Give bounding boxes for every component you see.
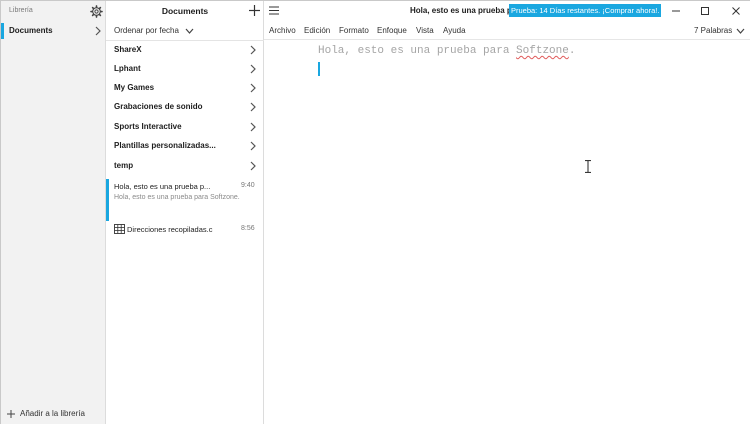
chevron-right-icon xyxy=(250,102,256,112)
chevron-right-icon xyxy=(95,26,101,36)
folder-item[interactable]: My Games xyxy=(106,79,264,98)
folder-name: Lphant xyxy=(114,64,141,73)
selection-indicator xyxy=(1,23,4,39)
menu-formato[interactable]: Formato xyxy=(339,26,369,35)
chevron-down-icon xyxy=(185,28,194,34)
text-caret xyxy=(318,62,320,76)
folder-item[interactable]: Grabaciones de sonido xyxy=(106,98,264,117)
documents-panel: Documents Ordenar por fecha ShareX Lphan… xyxy=(106,1,264,424)
document-title: Hola, esto es una prueba p... xyxy=(114,182,211,191)
gear-icon[interactable] xyxy=(90,5,103,18)
library-title: Librería xyxy=(9,7,33,14)
folder-item[interactable]: Plantillas personalizadas... xyxy=(106,137,264,156)
folder-name: My Games xyxy=(114,83,155,92)
folder-name: ShareX xyxy=(114,45,142,54)
hamburger-menu-icon[interactable] xyxy=(269,6,279,15)
selection-indicator xyxy=(106,179,109,221)
document-text-line: Hola, esto es una prueba para Softzone. xyxy=(318,45,575,57)
documents-header: Documents xyxy=(106,1,264,21)
i-beam-cursor-icon xyxy=(585,160,591,173)
document-title: Direcciones recopiladas.c xyxy=(127,225,213,234)
folder-name: temp xyxy=(114,161,134,170)
chevron-right-icon xyxy=(250,141,256,151)
app-window: Librería Documents Añadir a la librería … xyxy=(0,0,750,424)
menu-bar: Archivo Edición Formato Enfoque Vista Ay… xyxy=(264,21,750,40)
document-item[interactable]: Direcciones recopiladas.c 8:56 xyxy=(106,222,264,238)
chevron-right-icon xyxy=(250,83,256,93)
plus-icon xyxy=(7,410,15,418)
trial-banner-link[interactable]: Prueba: 14 Días restantes. ¡Comprar ahor… xyxy=(509,4,662,17)
new-document-icon[interactable] xyxy=(249,5,260,16)
editor-panel: Hola, esto es una prueba pa Prueba: 14 D… xyxy=(264,1,750,424)
menu-ayuda[interactable]: Ayuda xyxy=(443,26,466,35)
close-icon[interactable] xyxy=(731,6,741,16)
library-header: Librería xyxy=(1,1,106,21)
folder-item[interactable]: temp xyxy=(106,157,264,176)
misspelled-word[interactable]: Softzone xyxy=(516,45,569,57)
library-sidebar: Librería Documents Añadir a la librería xyxy=(1,1,106,424)
folder-item[interactable]: Sports Interactive xyxy=(106,118,264,137)
table-icon xyxy=(114,224,125,234)
chevron-right-icon xyxy=(250,64,256,74)
chevron-right-icon xyxy=(250,161,256,171)
add-to-library-label: Añadir a la librería xyxy=(20,409,85,418)
menu-archivo[interactable]: Archivo xyxy=(269,26,296,35)
sort-label: Ordenar por fecha xyxy=(114,26,179,35)
document-preview: Hola, esto es una prueba para Softzone. xyxy=(114,194,240,201)
word-count-dropdown[interactable]: 7 Palabras xyxy=(694,26,732,35)
document-time: 8:56 xyxy=(241,225,255,232)
maximize-icon[interactable] xyxy=(700,6,710,16)
library-item-documents[interactable]: Documents xyxy=(1,21,106,41)
folder-name: Sports Interactive xyxy=(114,122,182,131)
menu-enfoque[interactable]: Enfoque xyxy=(377,26,407,35)
text-segment: Hola, esto es una prueba para xyxy=(318,45,517,57)
folder-name: Plantillas personalizadas... xyxy=(114,141,216,150)
folder-item[interactable]: ShareX xyxy=(106,41,264,60)
chevron-down-icon[interactable] xyxy=(736,28,745,34)
document-time: 9:40 xyxy=(241,182,255,189)
minimize-icon[interactable] xyxy=(671,6,681,16)
text-segment: . xyxy=(568,45,576,57)
chevron-right-icon xyxy=(250,122,256,132)
menu-vista[interactable]: Vista xyxy=(416,26,434,35)
folder-name: Grabaciones de sonido xyxy=(114,102,203,111)
menu-edicion[interactable]: Edición xyxy=(304,26,330,35)
document-item-selected[interactable]: Hola, esto es una prueba p... 9:40 Hola,… xyxy=(106,179,264,221)
editor-text-area[interactable]: Hola, esto es una prueba para Softzone. xyxy=(264,41,750,424)
library-item-label: Documents xyxy=(9,26,53,35)
chevron-right-icon xyxy=(250,45,256,55)
window-title: Hola, esto es una prueba pa xyxy=(410,6,517,15)
title-bar: Hola, esto es una prueba pa Prueba: 14 D… xyxy=(264,1,750,21)
sort-dropdown[interactable]: Ordenar por fecha xyxy=(106,21,264,41)
documents-title: Documents xyxy=(161,6,209,16)
folder-item[interactable]: Lphant xyxy=(106,60,264,79)
